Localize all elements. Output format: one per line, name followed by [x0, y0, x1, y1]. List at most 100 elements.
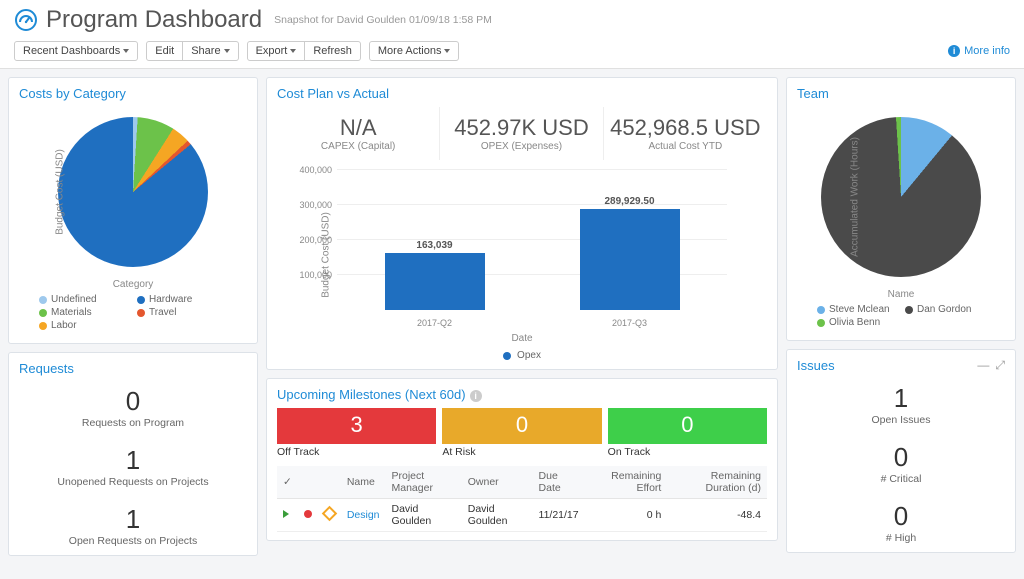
team-ylabel: Accumulated Work (Hours): [849, 137, 860, 257]
off-track-tile[interactable]: 3: [277, 408, 436, 444]
on-track-count: 0: [608, 412, 767, 438]
bar-chart-ylabel: Budget Cost (USD): [320, 212, 331, 298]
legend-labor: Labor: [51, 320, 77, 331]
swatch-icon: [39, 296, 47, 304]
costs-xlabel: Category: [19, 279, 247, 290]
table-row[interactable]: Design David Goulden David Goulden 11/21…: [277, 499, 767, 532]
open-requests-label: Open Requests on Projects: [19, 535, 247, 547]
col-due[interactable]: Due Date: [533, 466, 588, 499]
off-track-count: 3: [277, 412, 436, 438]
xtick: 2017-Q3: [612, 318, 647, 328]
swatch-icon: [39, 322, 47, 330]
on-track-label: On Track: [608, 446, 767, 458]
row-name[interactable]: Design: [341, 499, 386, 532]
open-requests-count: 1: [19, 504, 247, 535]
row-duration: -48.4: [667, 499, 767, 532]
share-button[interactable]: Share: [182, 41, 238, 61]
off-track-label: Off Track: [277, 446, 436, 458]
costs-pie-chart: [58, 117, 208, 267]
issues-title: Issues: [797, 358, 835, 373]
at-risk-label: At Risk: [442, 446, 601, 458]
legend-travel: Travel: [149, 307, 176, 318]
row-owner: David Goulden: [462, 499, 533, 532]
cost-plan-bar-chart: Budget Cost (USD) 100,000 200,000 300,00…: [277, 170, 767, 340]
recent-dashboards-button[interactable]: Recent Dashboards: [14, 41, 138, 61]
minimize-icon[interactable]: —: [977, 358, 989, 373]
ytick: 400,000: [282, 165, 332, 175]
col-check[interactable]: ✓: [277, 466, 298, 499]
unopened-requests-label: Unopened Requests on Projects: [19, 476, 247, 488]
status-dot-icon: [304, 510, 312, 518]
swatch-icon: [137, 296, 145, 304]
requests-program-label: Requests on Program: [19, 417, 247, 429]
cost-plan-vs-actual-card: Cost Plan vs Actual N/ACAPEX (Capital) 4…: [266, 77, 778, 370]
recent-dashboards-label: Recent Dashboards: [23, 45, 120, 57]
swatch-icon: [503, 352, 511, 360]
at-risk-count: 0: [442, 412, 601, 438]
swatch-icon: [905, 306, 913, 314]
xtick: 2017-Q2: [417, 318, 452, 328]
at-risk-tile[interactable]: 0: [442, 408, 601, 444]
info-icon[interactable]: i: [470, 390, 482, 402]
row-pm: David Goulden: [386, 499, 462, 532]
critical-issues-label: # Critical: [797, 473, 1005, 485]
bar: [385, 253, 485, 310]
page-header: Program Dashboard Snapshot for David Gou…: [0, 0, 1024, 69]
legend-steve: Steve Mclean: [829, 304, 890, 315]
col-pm[interactable]: Project Manager: [386, 466, 462, 499]
legend-dan: Dan Gordon: [917, 304, 971, 315]
refresh-button[interactable]: Refresh: [304, 41, 361, 61]
chevron-down-icon: [123, 49, 129, 53]
more-info-link[interactable]: iMore info: [948, 45, 1010, 57]
requests-program-count: 0: [19, 386, 247, 417]
on-track-tile[interactable]: 0: [608, 408, 767, 444]
expand-icon[interactable]: [283, 510, 289, 518]
row-effort: 0 h: [587, 499, 667, 532]
opex-value: 452.97K USD: [444, 115, 598, 141]
ytick: 300,000: [282, 200, 332, 210]
issues-card: Issues — ⤢ 1Open Issues 0# Critical 0# H…: [786, 349, 1016, 553]
high-issues-label: # High: [797, 532, 1005, 544]
critical-issues-count: 0: [797, 442, 1005, 473]
toolbar: Recent Dashboards Edit Share Export Refr…: [14, 34, 1010, 68]
expand-icon[interactable]: ⤢: [995, 358, 1005, 373]
col-owner[interactable]: Owner: [462, 466, 533, 499]
col-name[interactable]: Name: [341, 466, 386, 499]
chevron-down-icon: [444, 49, 450, 53]
costs-ylabel: Budget Cost (USD): [54, 149, 65, 235]
upcoming-milestones-card: Upcoming Milestones (Next 60d)i 3 Off Tra…: [266, 378, 778, 541]
team-card: Team Accumulated Work (Hours) Name Steve…: [786, 77, 1016, 341]
export-button[interactable]: Export: [247, 41, 306, 61]
opex-label: OPEX (Expenses): [444, 141, 598, 152]
info-icon: i: [948, 45, 960, 57]
milestones-table: ✓ Name Project Manager Owner Due Date Re…: [277, 466, 767, 532]
milestones-title: Upcoming Milestones (Next 60d)i: [277, 387, 767, 402]
legend-hardware: Hardware: [149, 294, 192, 305]
bar-value-label: 289,929.50: [604, 196, 654, 207]
costs-legend: Undefined Hardware Materials Travel Labo…: [19, 290, 247, 335]
bar: [580, 209, 680, 310]
bar-chart-xlabel: Date: [277, 333, 767, 344]
costs-card-title: Costs by Category: [19, 86, 247, 101]
page-title: Program Dashboard: [46, 6, 262, 34]
col-effort[interactable]: Remaining Effort: [587, 466, 667, 499]
more-actions-button[interactable]: More Actions: [369, 41, 460, 61]
export-label: Export: [256, 45, 288, 57]
col-duration[interactable]: Remaining Duration (d): [667, 466, 767, 499]
team-legend: Steve Mclean Dan Gordon Olivia Benn: [797, 300, 1005, 332]
open-issues-count: 1: [797, 383, 1005, 414]
legend-undefined: Undefined: [51, 294, 97, 305]
swatch-icon: [817, 319, 825, 327]
chevron-down-icon: [290, 49, 296, 53]
share-label: Share: [191, 45, 220, 57]
edit-button[interactable]: Edit: [146, 41, 183, 61]
open-issues-label: Open Issues: [797, 414, 1005, 426]
milestone-icon: [322, 506, 338, 522]
bar-chart-legend: Opex: [277, 350, 767, 361]
cost-plan-title: Cost Plan vs Actual: [277, 86, 767, 101]
legend-olivia: Olivia Benn: [829, 317, 880, 328]
team-xlabel: Name: [797, 289, 1005, 300]
costs-by-category-card: Costs by Category Budget Cost (USD) Cate…: [8, 77, 258, 344]
team-title: Team: [797, 86, 1005, 101]
unopened-requests-count: 1: [19, 445, 247, 476]
